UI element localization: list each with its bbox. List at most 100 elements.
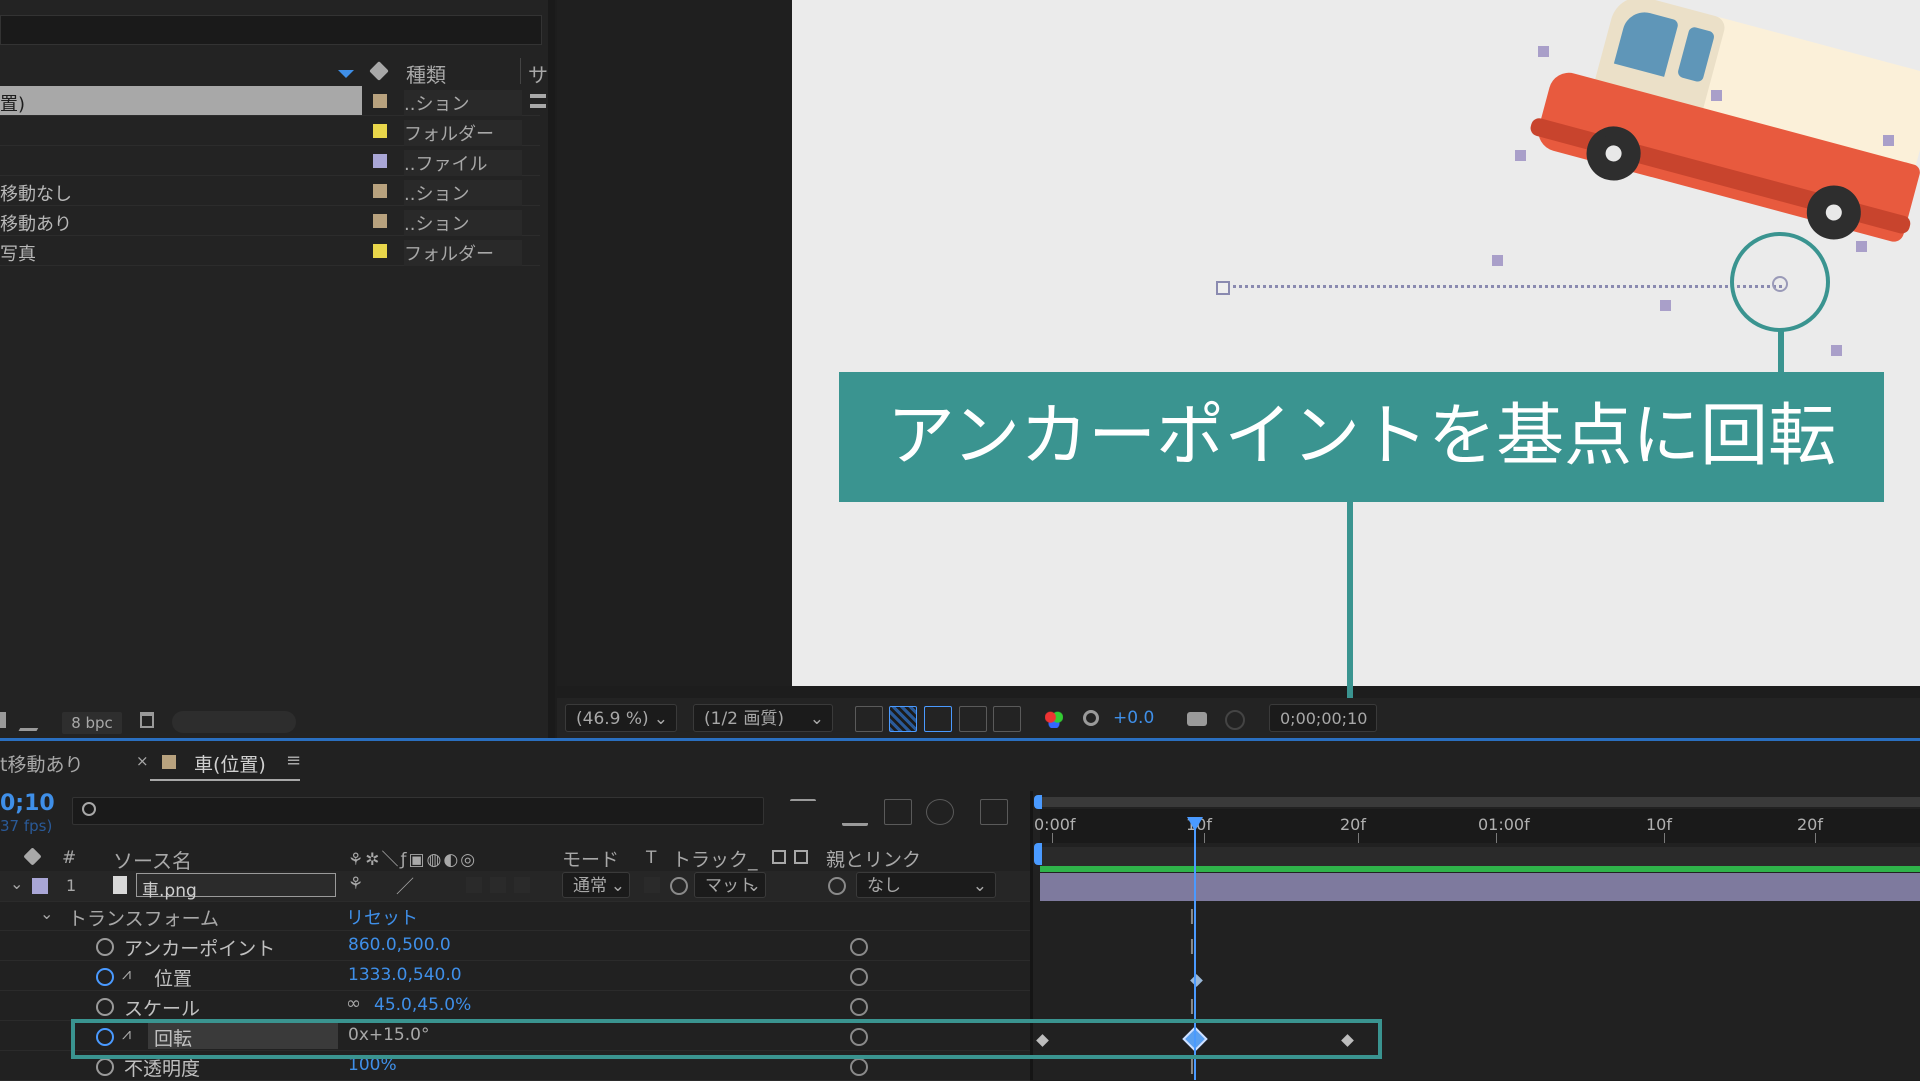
- zoom-dropdown[interactable]: (46.9 %) ⌄: [565, 704, 677, 732]
- project-item-label-swatch[interactable]: [373, 94, 387, 108]
- project-sort-arrow-icon[interactable]: [338, 70, 354, 78]
- column-type-header[interactable]: 種類: [406, 59, 446, 88]
- project-item-row[interactable]: 移動あり ..ション: [0, 206, 540, 236]
- layer-label-swatch[interactable]: [32, 878, 48, 894]
- column-parent-header[interactable]: 親とリンク: [826, 845, 921, 872]
- column-track-matte-header[interactable]: トラック_: [672, 845, 758, 872]
- parent-pickwhip-icon[interactable]: [828, 877, 846, 895]
- quality-switch-icon[interactable]: ／: [396, 873, 414, 899]
- switch-box[interactable]: [466, 877, 482, 893]
- exposure-value[interactable]: +0.0: [1113, 708, 1154, 728]
- tab-menu-icon[interactable]: ≡: [286, 750, 301, 771]
- viewer-timecode[interactable]: 0;00;00;10: [1269, 704, 1377, 732]
- snapshot-camera-icon[interactable]: [1187, 712, 1207, 726]
- comp-mini-flowchart-icon[interactable]: [790, 799, 816, 825]
- current-time-display[interactable]: 0;10: [0, 791, 55, 816]
- project-item-row[interactable]: 置) ..ション: [0, 86, 546, 116]
- resolution-dropdown[interactable]: (1/2 画質) ⌄: [693, 704, 833, 732]
- stopwatch-icon[interactable]: [96, 1058, 114, 1076]
- bounding-handle[interactable]: [1883, 135, 1894, 146]
- project-item-label-swatch[interactable]: [373, 244, 387, 258]
- property-value[interactable]: 860.0,500.0: [348, 935, 451, 955]
- blend-mode-dropdown[interactable]: 通常 ⌄: [562, 872, 630, 898]
- transform-property-row[interactable]: アンカーポイント 860.0,500.0: [0, 931, 1030, 961]
- project-item-label-swatch[interactable]: [373, 184, 387, 198]
- position-keyframe[interactable]: [1190, 974, 1203, 987]
- bounding-handle[interactable]: [1515, 150, 1526, 161]
- expression-pickwhip-icon[interactable]: [850, 998, 868, 1016]
- graph-editor-icon[interactable]: [980, 799, 1008, 825]
- column-source-header[interactable]: ソース名: [113, 845, 192, 874]
- expression-pickwhip-icon[interactable]: [850, 968, 868, 986]
- project-item-row[interactable]: 移動なし ..ション: [0, 176, 540, 206]
- trash-icon[interactable]: [140, 712, 154, 728]
- stopwatch-icon[interactable]: [96, 998, 114, 1016]
- column-mode-header[interactable]: モード: [562, 845, 619, 872]
- grid-guides-icon[interactable]: [993, 706, 1021, 732]
- switch-box[interactable]: [490, 877, 506, 893]
- property-value[interactable]: 1333.0,540.0: [348, 965, 462, 985]
- layer-in-point-marker[interactable]: [1034, 843, 1042, 865]
- layer-duration-bar[interactable]: [1040, 873, 1920, 901]
- transform-reset-link[interactable]: リセット: [346, 904, 418, 930]
- playhead-handle[interactable]: [1187, 817, 1203, 831]
- work-area-start-marker[interactable]: [1034, 795, 1042, 809]
- timeline-search-input[interactable]: [72, 797, 764, 825]
- project-search-field[interactable]: [0, 15, 542, 45]
- composition-viewer[interactable]: [792, 0, 1920, 686]
- graph-toggle-icon[interactable]: ⩘: [122, 964, 131, 984]
- project-item-label-swatch[interactable]: [373, 154, 387, 168]
- bounding-handle[interactable]: [1856, 241, 1867, 252]
- motion-path-start-handle[interactable]: [1216, 281, 1230, 295]
- project-scrollbar[interactable]: [172, 711, 296, 733]
- constrain-proportions-link-icon[interactable]: ∞: [346, 993, 361, 1014]
- project-item-row[interactable]: ..ファイル: [0, 146, 540, 176]
- parent-dropdown[interactable]: なし ⌄: [856, 872, 996, 898]
- shy-switch-icon[interactable]: ⚘: [348, 874, 363, 894]
- transform-property-row[interactable]: スケール ∞ 45.0,45.0%: [0, 991, 1030, 1021]
- track-matte-pickwhip-icon[interactable]: [670, 877, 688, 895]
- stopwatch-icon[interactable]: [96, 938, 114, 956]
- anchor-point-icon[interactable]: [1772, 276, 1788, 292]
- motion-blur-icon[interactable]: [926, 799, 954, 825]
- region-of-interest-icon[interactable]: [959, 706, 987, 732]
- layer-expand-chevron-icon[interactable]: ⌄: [10, 874, 23, 893]
- show-snapshot-icon[interactable]: [1225, 710, 1245, 730]
- flowchart-icon[interactable]: [530, 94, 546, 108]
- tab-comp-moving[interactable]: t移動あり: [0, 750, 83, 777]
- bounding-handle[interactable]: [1660, 300, 1671, 311]
- mask-visibility-icon[interactable]: [924, 706, 952, 732]
- work-area-bar[interactable]: [1040, 797, 1920, 807]
- exposure-reset-icon[interactable]: [1083, 710, 1099, 726]
- expression-pickwhip-icon[interactable]: [850, 1058, 868, 1076]
- project-item-label-swatch[interactable]: [373, 124, 387, 138]
- expression-pickwhip-icon[interactable]: [850, 938, 868, 956]
- transparency-grid-icon[interactable]: [889, 706, 917, 732]
- transform-group-row[interactable]: ⌄ トランスフォーム リセット: [0, 901, 1030, 931]
- ruler-tick: [1204, 833, 1205, 843]
- project-item-label-swatch[interactable]: [373, 214, 387, 228]
- bounding-handle[interactable]: [1831, 345, 1842, 356]
- switch-box[interactable]: [514, 877, 530, 893]
- project-item-row[interactable]: 写真 フォルダー: [0, 236, 540, 266]
- tab-comp-position[interactable]: 車(位置): [194, 750, 266, 777]
- tab-close-icon[interactable]: ×: [136, 752, 149, 770]
- interpret-footage-icon[interactable]: [0, 712, 6, 728]
- stopwatch-icon[interactable]: [96, 968, 114, 986]
- new-composition-icon[interactable]: [18, 712, 48, 731]
- transform-expand-chevron-icon[interactable]: ⌄: [40, 904, 53, 923]
- track-matte-dropdown[interactable]: マット ⌄: [694, 872, 766, 898]
- property-value[interactable]: 45.0,45.0%: [374, 995, 471, 1015]
- frame-blending-icon[interactable]: [884, 799, 912, 825]
- shy-layers-icon[interactable]: [842, 799, 868, 826]
- channel-rgb-icon[interactable]: [1045, 710, 1063, 728]
- bounding-handle[interactable]: [1538, 46, 1549, 57]
- transform-property-row[interactable]: ⩘ 位置 1333.0,540.0: [0, 961, 1030, 991]
- bounding-handle[interactable]: [1492, 255, 1503, 266]
- fast-preview-icon[interactable]: [855, 706, 883, 732]
- bit-depth-button[interactable]: 8 bpc: [62, 712, 122, 734]
- bounding-handle[interactable]: [1711, 90, 1722, 101]
- project-item-row[interactable]: フォルダー: [0, 116, 540, 146]
- track-matte-box[interactable]: [644, 877, 660, 893]
- layer-row[interactable]: ⌄ 1 車.png ⚘ ／ 通常 ⌄ マット ⌄ なし ⌄: [0, 871, 1030, 902]
